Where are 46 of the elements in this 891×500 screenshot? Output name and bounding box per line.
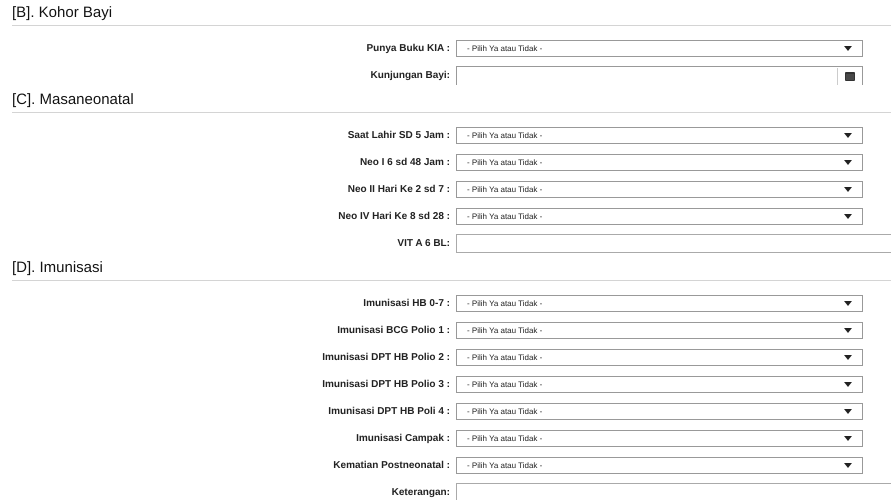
caret-icon xyxy=(844,328,852,333)
caret-icon xyxy=(844,160,852,165)
caret-icon xyxy=(844,355,852,360)
dropdown[interactable]: - Pilih Ya atau Tidak - xyxy=(456,349,863,366)
field-label: Neo II Hari Ke 2 sd 7 : xyxy=(346,184,450,195)
dropdown[interactable]: - Pilih Ya atau Tidak - xyxy=(456,181,863,198)
field-label: Neo I 6 sd 48 Jam : xyxy=(358,157,450,168)
field-label: Imunisasi DPT HB Polio 2 : xyxy=(321,352,450,363)
dropdown[interactable]: - Pilih Ya atau Tidak - xyxy=(456,208,863,225)
field-label: Punya Buku KIA : xyxy=(365,43,450,54)
caret-icon xyxy=(844,133,852,138)
section-title: [B]. Kohor Bayi xyxy=(12,4,112,21)
field-label: Saat Lahir SD 5 Jam : xyxy=(346,130,450,141)
dropdown[interactable]: - Pilih Ya atau Tidak - xyxy=(456,403,863,420)
caret-icon xyxy=(844,436,852,441)
date-field[interactable] xyxy=(456,66,863,85)
caret-icon xyxy=(844,214,852,219)
caret-icon xyxy=(844,46,852,51)
dropdown[interactable]: - Pilih Ya atau Tidak - xyxy=(456,127,863,144)
section-title: [D]. Imunisasi xyxy=(12,259,103,276)
dropdown[interactable]: - Pilih Ya atau Tidak - xyxy=(456,457,863,474)
input-field[interactable] xyxy=(456,483,891,500)
field-label: Kunjungan Bayi: xyxy=(370,70,450,81)
field-label: Imunisasi DPT HB Polio 3 : xyxy=(321,379,450,390)
input-field[interactable] xyxy=(456,234,891,253)
caret-icon xyxy=(844,187,852,192)
dropdown[interactable]: - Pilih Ya atau Tidak - xyxy=(456,430,863,447)
caret-icon xyxy=(844,463,852,468)
dropdown[interactable]: - Pilih Ya atau Tidak - xyxy=(456,40,863,57)
dropdown[interactable]: - Pilih Ya atau Tidak - xyxy=(456,376,863,393)
field-label: Imunisasi BCG Polio 1 : xyxy=(336,325,450,336)
field-label: Neo IV Hari Ke 8 sd 28 : xyxy=(337,211,450,222)
field-label: Imunisasi DPT HB Poli 4 : xyxy=(327,406,450,417)
caret-icon xyxy=(844,301,852,306)
caret-icon xyxy=(844,382,852,387)
dropdown[interactable]: - Pilih Ya atau Tidak - xyxy=(456,322,863,339)
field-label: Keterangan: xyxy=(390,487,450,498)
dropdown[interactable]: - Pilih Ya atau Tidak - xyxy=(456,295,863,312)
section-title: [C]. Masaneonatal xyxy=(12,91,134,108)
field-label: VIT A 6 BL: xyxy=(396,238,450,249)
caret-icon xyxy=(844,409,852,414)
field-label: Imunisasi HB 0-7 : xyxy=(362,298,450,309)
calendar-icon xyxy=(845,72,855,80)
field-label: Imunisasi Campak : xyxy=(355,433,450,444)
dropdown[interactable]: - Pilih Ya atau Tidak - xyxy=(456,154,863,171)
field-label: Kematian Postneonatal : xyxy=(332,460,450,471)
